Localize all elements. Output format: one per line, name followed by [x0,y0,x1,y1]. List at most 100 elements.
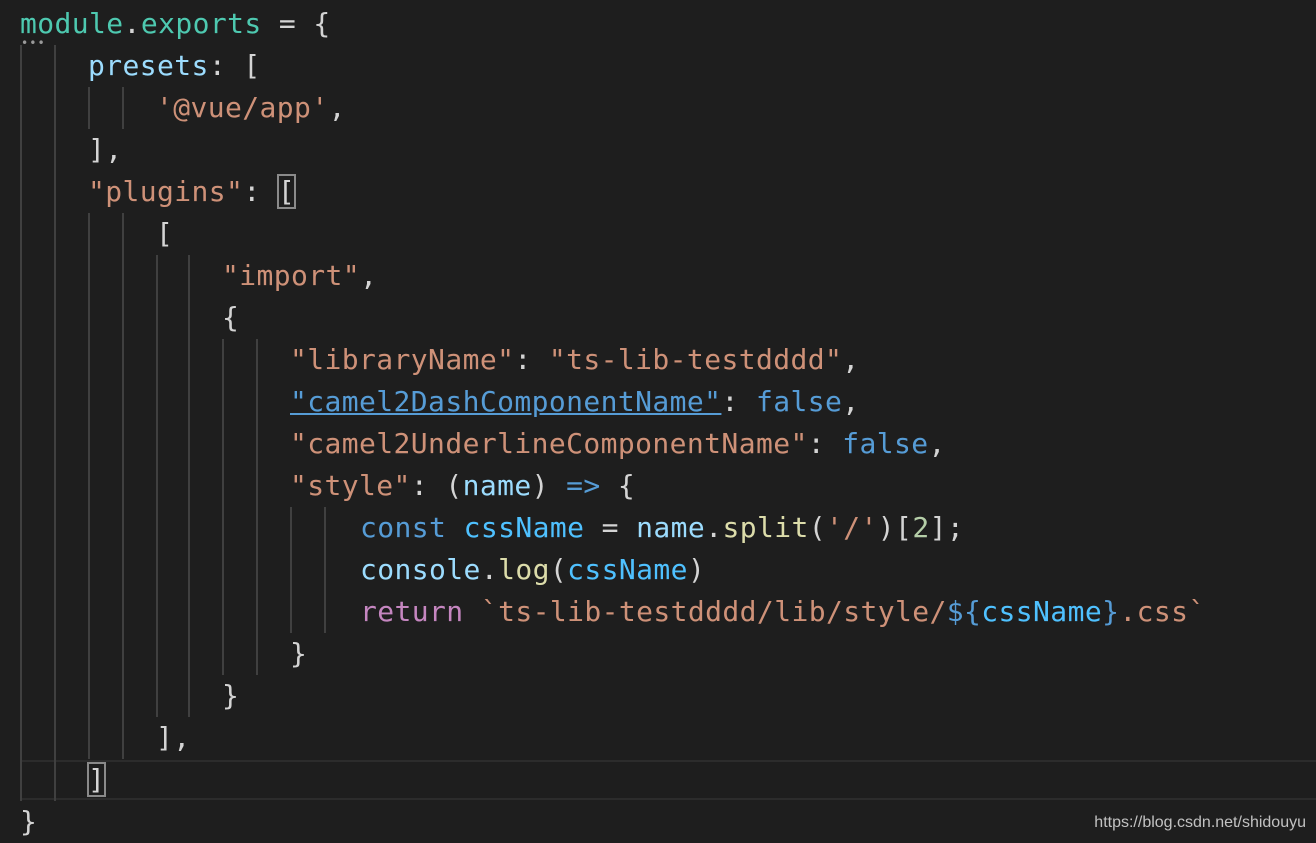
code-token: "plugins" [88,175,244,208]
code-token: false [842,427,929,460]
code-token: `ts-lib-testdddd/lib/style/ [480,595,947,628]
code-token: { [600,469,636,502]
code-token: [ [156,217,174,250]
code-line[interactable]: "camel2DashComponentName": false, [0,381,1316,423]
code-line-content: } [20,801,37,843]
code-token: ]; [929,511,965,544]
code-token: presets [88,49,209,82]
code-line[interactable]: ], [0,129,1316,171]
watermark: https://blog.csdn.net/shidouyu [1094,814,1306,831]
code-line[interactable]: console.log(cssName) [0,549,1316,591]
code-editor[interactable]: ••• module.exports = {presets: ['@vue/ap… [0,0,1316,842]
code-token: . [123,7,141,40]
code-token: : [721,385,756,418]
code-token: , [842,385,860,418]
code-line[interactable]: ] [0,759,1316,801]
code-line-content: } [290,633,307,675]
code-line[interactable]: module.exports = { [0,3,1316,45]
code-line[interactable]: "import", [0,255,1316,297]
code-line[interactable]: "libraryName": "ts-lib-testdddd", [0,339,1316,381]
code-token: log [498,553,550,586]
code-token: '@vue/app' [156,91,329,124]
code-token: ], [88,133,123,166]
code-token: } [290,637,308,670]
code-token: )[ [877,511,913,544]
code-line-content: "libraryName": "ts-lib-testdddd", [290,339,860,381]
code-token: : [807,427,843,460]
code-token: .css` [1119,595,1206,628]
code-line-content: "plugins": [ [88,171,297,213]
code-token: , [328,91,346,124]
code-token: : [ [208,49,261,82]
code-token: [ [276,174,297,209]
code-token: : [514,343,549,376]
code-line-content: "import", [222,255,377,297]
code-token: ) [687,553,706,586]
code-token: "camel2DashComponentName" [290,385,722,418]
code-line-content: console.log(cssName) [360,549,705,591]
code-line-content: "style": (name) => { [290,465,635,507]
code-line[interactable]: { [0,297,1316,339]
code-token: "style" [290,469,411,502]
code-token: : [243,175,278,208]
code-token: "libraryName" [290,343,515,376]
code-line[interactable]: ], [0,717,1316,759]
code-token: name [636,511,706,544]
code-line[interactable]: [ [0,213,1316,255]
code-token: '/' [826,511,878,544]
code-token: exports [140,7,262,40]
code-line[interactable]: "plugins": [ [0,171,1316,213]
code-line-content: { [222,297,239,339]
code-line[interactable]: const cssName = name.split('/')[2]; [0,507,1316,549]
code-token: , [360,259,378,292]
code-line-content: return `ts-lib-testdddd/lib/style/${cssN… [360,591,1206,633]
code-token: , [842,343,860,376]
code-token: , [928,427,946,460]
code-token: "ts-lib-testdddd" [548,343,843,376]
code-token: . [705,511,723,544]
code-token: "import" [222,259,361,292]
code-token: = { [261,7,331,40]
code-token: module [20,7,124,40]
code-line-content: '@vue/app', [156,87,346,129]
code-line[interactable]: presets: [ [0,45,1316,87]
code-token: const [360,511,447,544]
code-line-content: ], [156,717,191,759]
code-token: } [222,679,240,712]
code-token: = [584,511,637,544]
code-token: split [722,511,809,544]
code-token: cssName [567,553,688,586]
code-token: => [566,469,601,502]
code-line-content: const cssName = name.split('/')[2]; [360,507,964,549]
code-token: "camel2UnderlineComponentName" [290,427,808,460]
code-line-content: ] [86,759,107,801]
code-line[interactable]: } [0,675,1316,717]
code-token: . [480,553,499,586]
code-line[interactable]: "style": (name) => { [0,465,1316,507]
code-token: cssName [981,595,1103,628]
code-token: console [360,553,481,586]
code-token: { [222,301,240,334]
code-token: ] [86,762,107,797]
code-token: ], [156,721,191,754]
code-token: false [755,385,843,418]
code-token: cssName [463,511,585,544]
code-token: } [20,805,38,838]
code-line[interactable]: '@vue/app', [0,87,1316,129]
code-line-content: "camel2DashComponentName": false, [290,381,860,423]
code-line-content: [ [156,213,173,255]
code-line[interactable]: } [0,633,1316,675]
code-token: ( [549,553,568,586]
code-token: return [360,595,464,628]
code-token: 2 [912,511,930,544]
code-token: ${ [946,595,982,628]
code-line-content: presets: [ [88,45,261,87]
code-line[interactable]: return `ts-lib-testdddd/lib/style/${cssN… [0,591,1316,633]
code-token: : ( [410,469,463,502]
code-line[interactable]: "camel2UnderlineComponentName": false, [0,423,1316,465]
code-line-content: module.exports = { [20,3,331,45]
code-line-content: "camel2UnderlineComponentName": false, [290,423,946,465]
code-token: ) [531,469,567,502]
